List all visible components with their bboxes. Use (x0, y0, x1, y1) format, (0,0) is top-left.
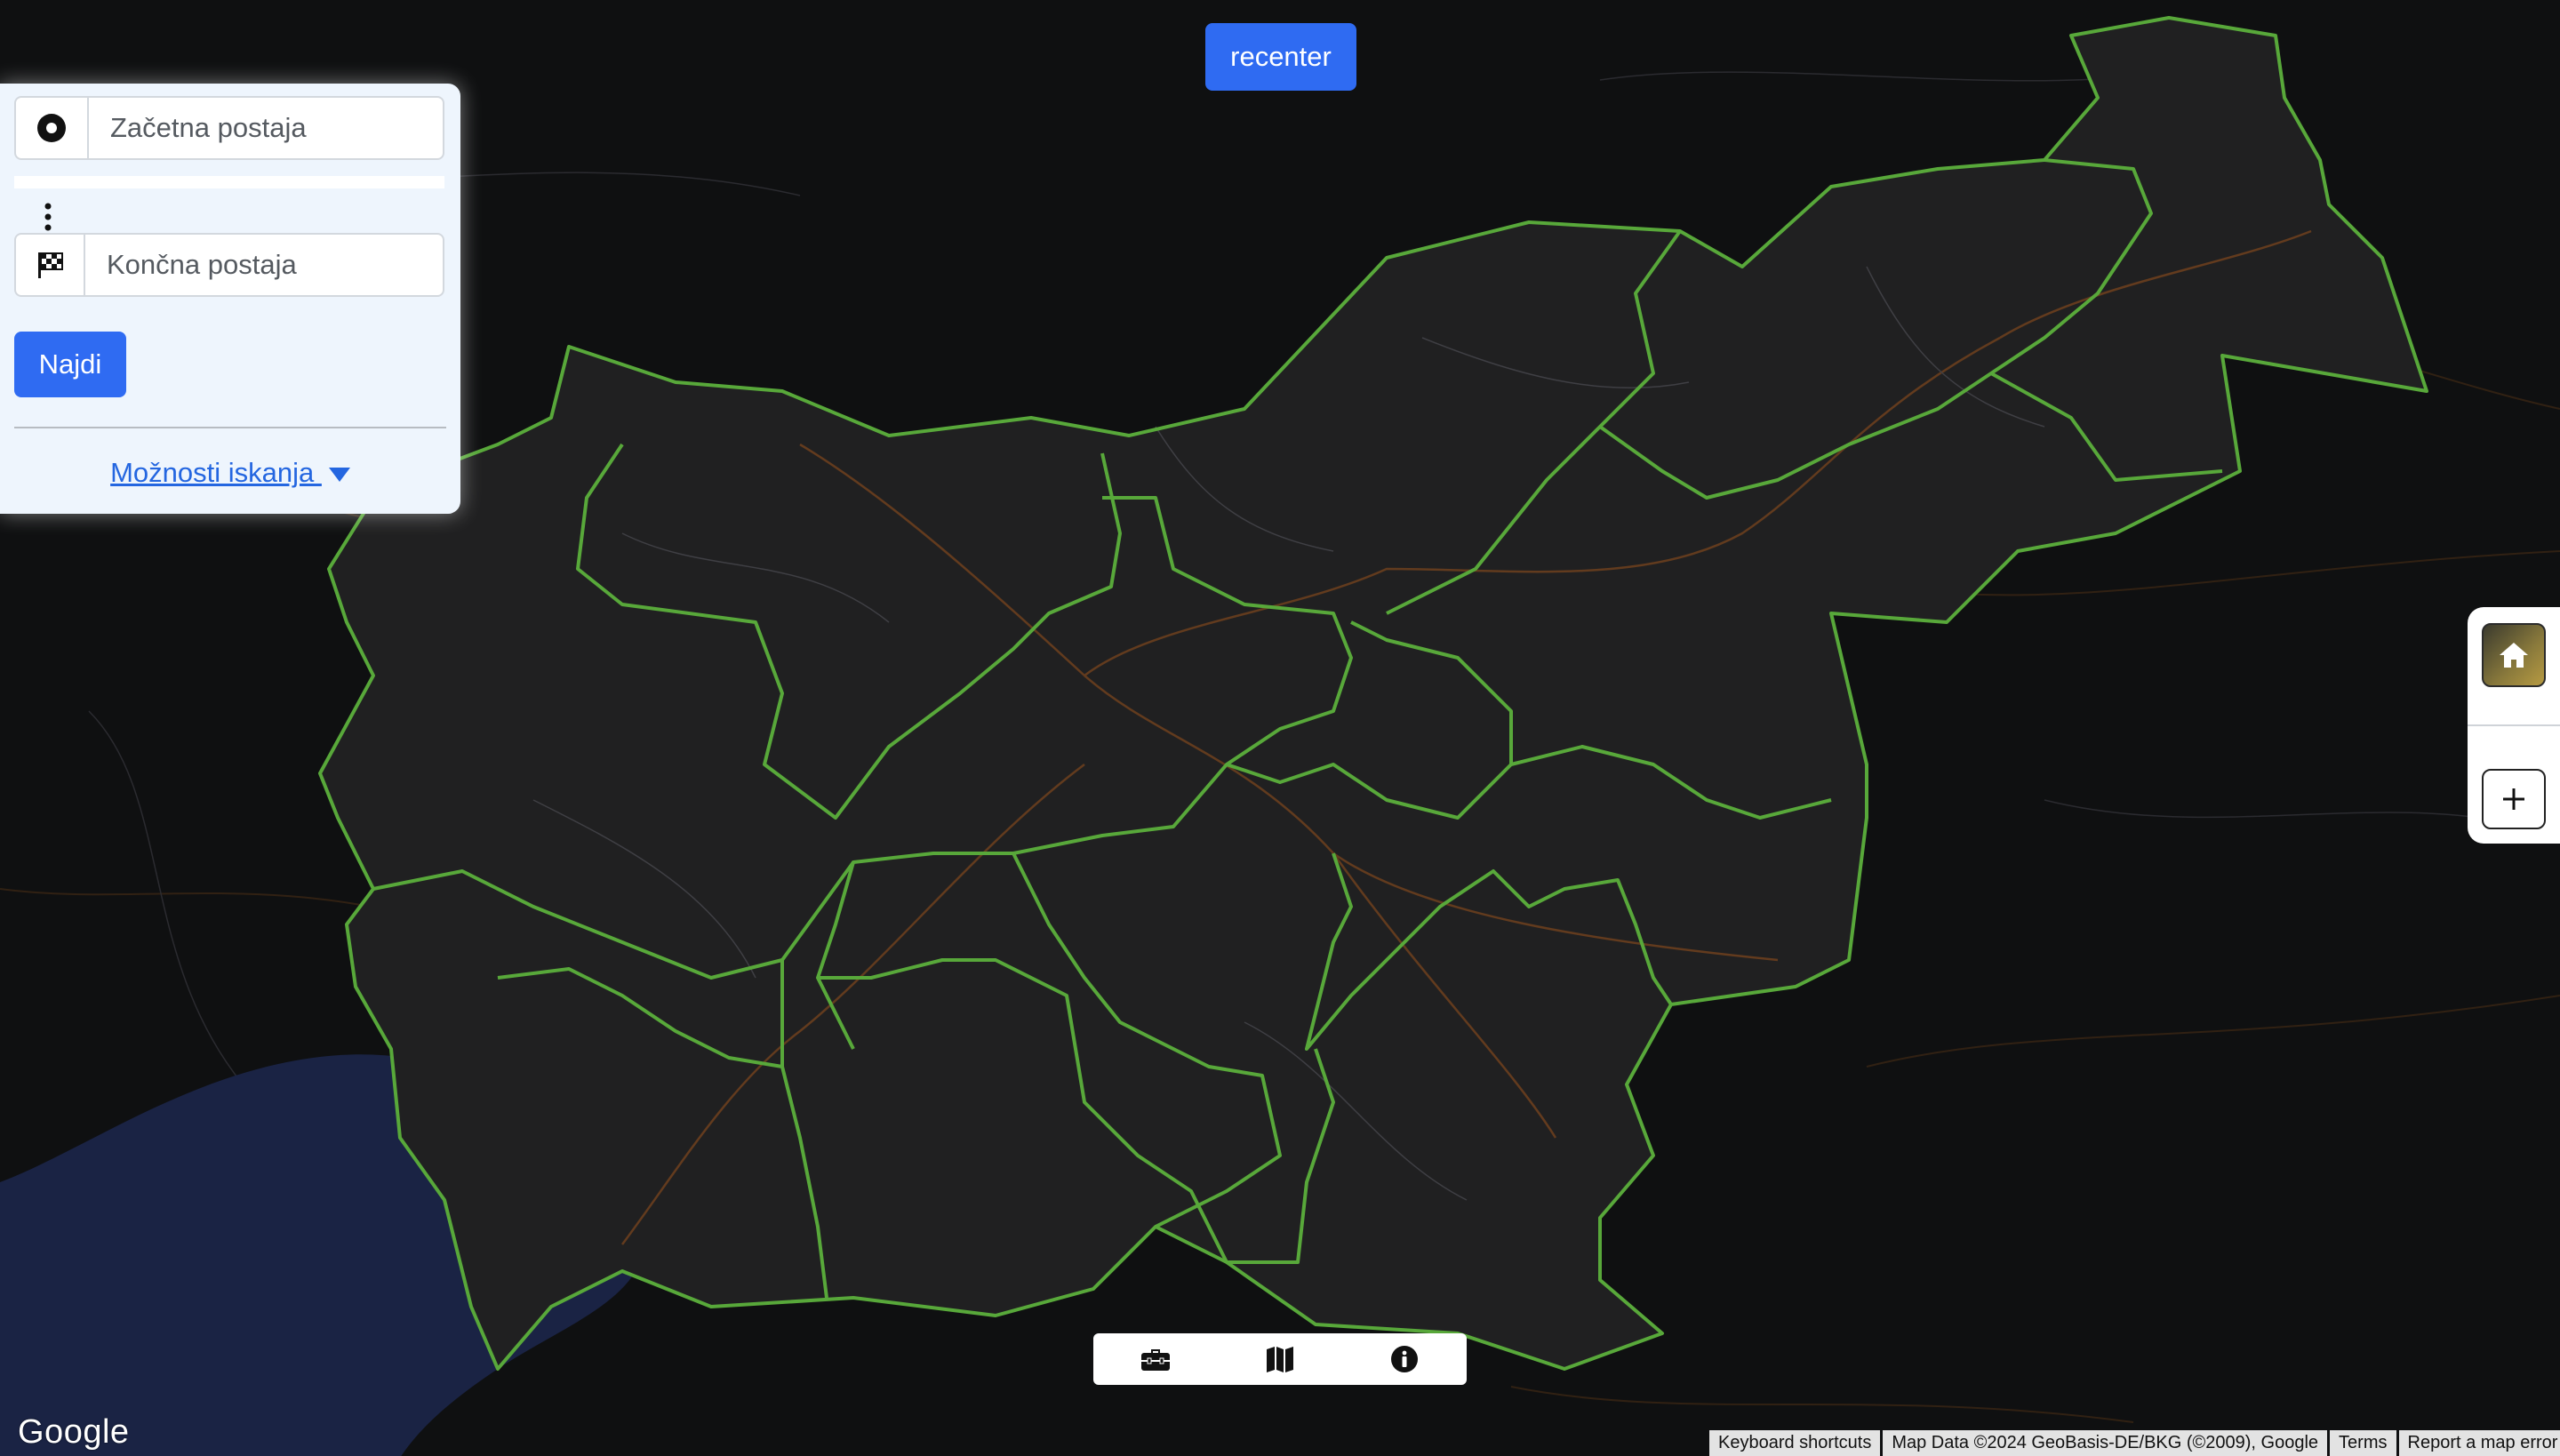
start-marker-icon (16, 98, 89, 158)
report-map-error-link[interactable]: Report a map error (2398, 1430, 2560, 1456)
route-panel: Najdi Možnosti iskanja (0, 84, 460, 514)
map-button[interactable] (1218, 1333, 1342, 1385)
end-station-field[interactable] (14, 233, 444, 297)
add-button[interactable] (2482, 769, 2546, 829)
start-station-input[interactable] (89, 111, 432, 145)
side-controls (2468, 607, 2560, 844)
caret-down-icon (328, 467, 350, 482)
find-route-button[interactable]: Najdi (14, 332, 126, 397)
toolbox-icon (1141, 1349, 1170, 1371)
bottom-toolbar (1093, 1333, 1467, 1385)
google-logo: Google (18, 1413, 130, 1451)
plus-icon (2503, 788, 2524, 810)
map-data-attribution: Map Data ©2024 GeoBasis-DE/BKG (©2009), … (1883, 1430, 2328, 1456)
panel-divider (14, 427, 446, 428)
home-button[interactable] (2482, 623, 2546, 687)
start-station-field[interactable] (14, 96, 444, 160)
keyboard-shortcuts-link[interactable]: Keyboard shortcuts (1709, 1430, 1881, 1456)
toolbox-button[interactable] (1093, 1333, 1218, 1385)
field-spacer (14, 176, 444, 188)
end-station-input[interactable] (85, 248, 428, 282)
info-icon (1391, 1346, 1418, 1372)
info-button[interactable] (1342, 1333, 1467, 1385)
checkered-flag-icon (16, 235, 85, 295)
map-attribution: Keyboard shortcuts Map Data ©2024 GeoBas… (1707, 1430, 2560, 1456)
map-icon (1267, 1347, 1293, 1372)
search-options-label: Možnosti iskanja (110, 457, 322, 488)
vertical-dots-icon (44, 203, 52, 231)
search-options-link[interactable]: Možnosti iskanja (0, 457, 460, 489)
home-icon (2500, 643, 2528, 668)
recenter-button[interactable]: recenter (1205, 23, 1356, 91)
terms-link[interactable]: Terms (2330, 1430, 2396, 1456)
side-separator (2468, 724, 2560, 726)
